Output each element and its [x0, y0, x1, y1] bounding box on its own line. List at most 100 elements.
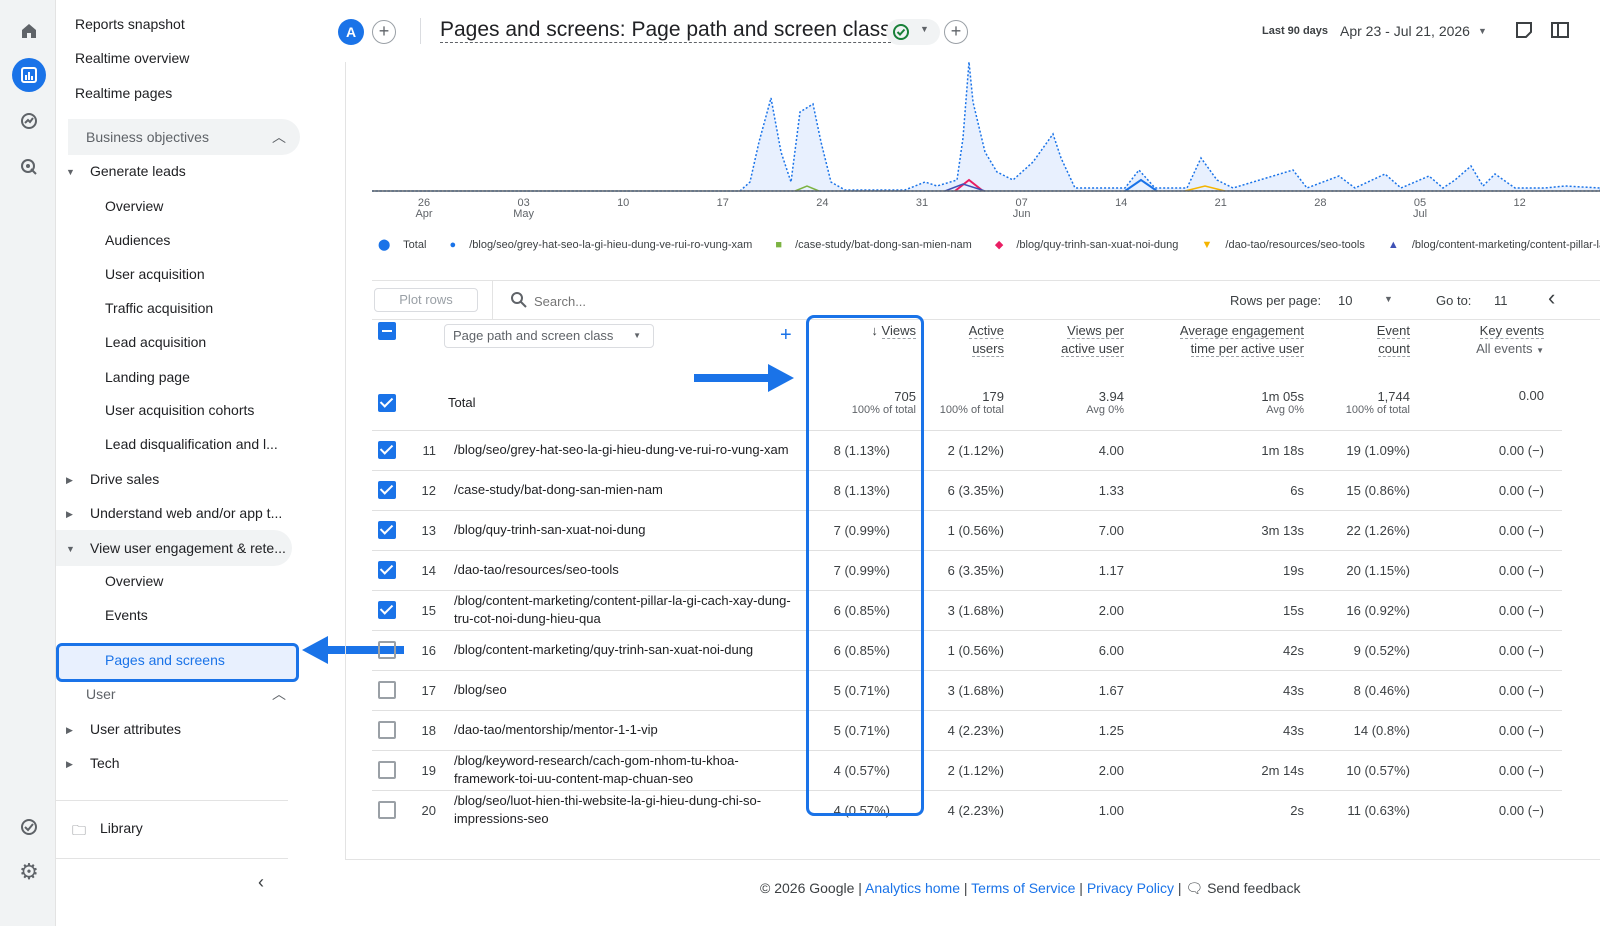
views-per-user-header-1[interactable]: Views per [1067, 323, 1124, 339]
page-path[interactable]: /dao-tao/resources/seo-tools [442, 549, 810, 590]
engagement-time-value: 19s [1130, 549, 1310, 590]
table-row[interactable]: 17/blog/seo 5 (0.71%) 3 (1.68%) 1.67 43s 8 (0… [372, 669, 1562, 710]
rows-per-page-label: Rows per page: [1230, 293, 1322, 308]
page-path[interactable]: /blog/seo/grey-hat-seo-la-gi-hieu-dung-v… [442, 429, 810, 470]
configure-check-icon[interactable] [12, 810, 46, 844]
prev-page-chevron-icon[interactable]: ‹ [1548, 285, 1555, 311]
table-row[interactable]: 11/blog/seo/grey-hat-seo-la-gi-hieu-dung… [372, 429, 1562, 470]
x-tick-label: 14 [1115, 197, 1127, 209]
nav-ve-events[interactable]: Events [105, 599, 148, 631]
engagement-time-header-2[interactable]: time per active user [1190, 341, 1304, 357]
table-row[interactable]: 20/blog/seo/luot-hien-thi-website-la-gi-… [372, 789, 1562, 830]
collapse-chevron-icon[interactable]: ‹ [258, 872, 264, 893]
date-range-preset[interactable]: Last 90 days [1262, 25, 1328, 37]
report-status-chip[interactable]: ▼ [886, 19, 940, 45]
active-users-header-2[interactable]: users [972, 341, 1004, 357]
page-path[interactable]: /blog/content-marketing/content-pillar-l… [442, 589, 810, 630]
add-dimension-icon[interactable]: + [780, 324, 792, 347]
row-checkbox[interactable] [378, 441, 396, 459]
row-checkbox[interactable] [378, 801, 396, 820]
key-events-filter[interactable]: All events [1476, 341, 1532, 356]
event-count-value: 8 (0.46%) [1310, 669, 1416, 710]
plot-rows-button[interactable]: Plot rows [374, 288, 478, 312]
caret-down-icon[interactable]: ▼ [1384, 294, 1393, 304]
nav-gl-landing-page[interactable]: Landing page [105, 361, 190, 393]
nav-view-user-engagement[interactable]: View user engagement & rete... [56, 530, 292, 566]
nav-generate-leads[interactable]: Generate leads [90, 155, 186, 187]
row-checkbox[interactable] [378, 761, 396, 779]
rows-per-page-select[interactable]: 10 [1338, 293, 1352, 308]
nav-gl-traffic-acquisition[interactable]: Traffic acquisition [105, 292, 213, 324]
nav-gl-user-acquisition-cohorts[interactable]: User acquisition cohorts [105, 394, 254, 426]
event-count-header-1[interactable]: Event [1376, 323, 1410, 339]
advertising-icon[interactable] [12, 150, 46, 184]
customize-report-icon[interactable] [1550, 20, 1570, 40]
table-row[interactable]: 12/case-study/bat-dong-san-mien-nam 8 (1.… [372, 469, 1562, 510]
total-users: 179 [982, 389, 1004, 405]
caret-down-icon[interactable]: ▼ [1478, 26, 1487, 36]
nav-gl-audiences[interactable]: Audiences [105, 224, 170, 256]
row-checkbox[interactable] [378, 681, 396, 699]
explore-icon[interactable] [12, 104, 46, 138]
row-checkbox[interactable] [378, 521, 396, 539]
active-users-header-1[interactable]: Active [968, 323, 1004, 339]
comparison-avatar[interactable]: A [338, 19, 364, 45]
section-business-objectives[interactable]: Business objectives ︿ [68, 119, 300, 155]
page-path[interactable]: /blog/quy-trinh-san-xuat-noi-dung [442, 509, 810, 550]
series-total-line [372, 62, 1600, 192]
table-row[interactable]: 14/dao-tao/resources/seo-tools 7 (0.99%) 6… [372, 549, 1562, 590]
table-row[interactable]: 16/blog/content-marketing/quy-trinh-san-… [372, 629, 1562, 670]
reports-icon[interactable] [12, 58, 46, 92]
row-checkbox[interactable] [378, 601, 396, 619]
nav-reports-snapshot[interactable]: Reports snapshot [75, 8, 185, 40]
row-checkbox[interactable] [378, 721, 396, 739]
row-checkbox[interactable] [378, 561, 396, 579]
table-row[interactable]: 18/dao-tao/mentorship/mentor-1-1-vip 5 (0… [372, 709, 1562, 750]
page-path[interactable]: /blog/keyword-research/cach-gom-nhom-tu-… [442, 749, 810, 790]
page-path[interactable]: /case-study/bat-dong-san-mien-nam [442, 469, 810, 510]
home-icon[interactable] [12, 14, 46, 48]
settings-gear-icon[interactable]: ⚙ [12, 855, 46, 889]
nav-gl-lead-acquisition[interactable]: Lead acquisition [105, 326, 206, 358]
page-path[interactable]: /dao-tao/mentorship/mentor-1-1-vip [442, 709, 810, 750]
nav-drive-sales[interactable]: Drive sales [90, 463, 159, 495]
nav-understand-web-app[interactable]: Understand web and/or app t... [90, 497, 282, 529]
nav-tech[interactable]: Tech [90, 747, 120, 779]
add-comparison-icon[interactable]: + [372, 20, 396, 44]
event-count-header-2[interactable]: count [1378, 341, 1410, 357]
add-filter-icon[interactable]: + [944, 20, 968, 44]
row-checkbox[interactable] [378, 641, 396, 659]
send-feedback-link[interactable]: Send feedback [1207, 880, 1300, 896]
privacy-link[interactable]: Privacy Policy [1087, 880, 1174, 896]
page-path[interactable]: /blog/seo/luot-hien-thi-website-la-gi-hi… [442, 789, 810, 830]
table-row[interactable]: 19/blog/keyword-research/cach-gom-nhom-t… [372, 749, 1562, 790]
select-all-checkbox[interactable] [378, 322, 396, 340]
nav-pages-and-screens[interactable]: Pages and screens [56, 643, 299, 682]
date-range[interactable]: Apr 23 - Jul 21, 2026 [1340, 23, 1470, 39]
views-per-user-header-2[interactable]: active user [1061, 341, 1124, 357]
nav-gl-overview[interactable]: Overview [105, 190, 163, 222]
nav-gl-lead-disqualification[interactable]: Lead disqualification and l... [105, 428, 278, 460]
row-checkbox[interactable] [378, 481, 396, 499]
nav-gl-user-acquisition[interactable]: User acquisition [105, 258, 205, 290]
search-input[interactable] [534, 290, 834, 312]
nav-user-attributes[interactable]: User attributes [90, 713, 181, 745]
analytics-home-link[interactable]: Analytics home [865, 880, 960, 896]
nav-library[interactable]: Library [100, 812, 143, 844]
table-row[interactable]: 15/blog/content-marketing/content-pillar… [372, 589, 1562, 630]
table-row[interactable]: 13/blog/quy-trinh-san-xuat-noi-dung 7 (0.… [372, 509, 1562, 550]
terms-link[interactable]: Terms of Service [971, 880, 1075, 896]
nav-realtime-pages[interactable]: Realtime pages [75, 77, 172, 109]
dimension-selector[interactable]: Page path and screen class ▼ [444, 324, 654, 348]
nav-ve-overview[interactable]: Overview [105, 565, 163, 597]
key-events-header[interactable]: Key events [1479, 323, 1544, 339]
share-icon[interactable] [1514, 20, 1534, 40]
page-path[interactable]: /blog/content-marketing/quy-trinh-san-xu… [442, 629, 810, 670]
goto-input[interactable]: 11 [1494, 293, 1508, 308]
total-checkbox[interactable] [378, 393, 396, 412]
page-path[interactable]: /blog/seo [442, 669, 810, 710]
nav-realtime-overview[interactable]: Realtime overview [75, 42, 189, 74]
views-per-user-value: 1.17 [1010, 549, 1130, 590]
caret-down-icon[interactable]: ▼ [1536, 346, 1544, 355]
engagement-time-header-1[interactable]: Average engagement [1179, 323, 1304, 339]
